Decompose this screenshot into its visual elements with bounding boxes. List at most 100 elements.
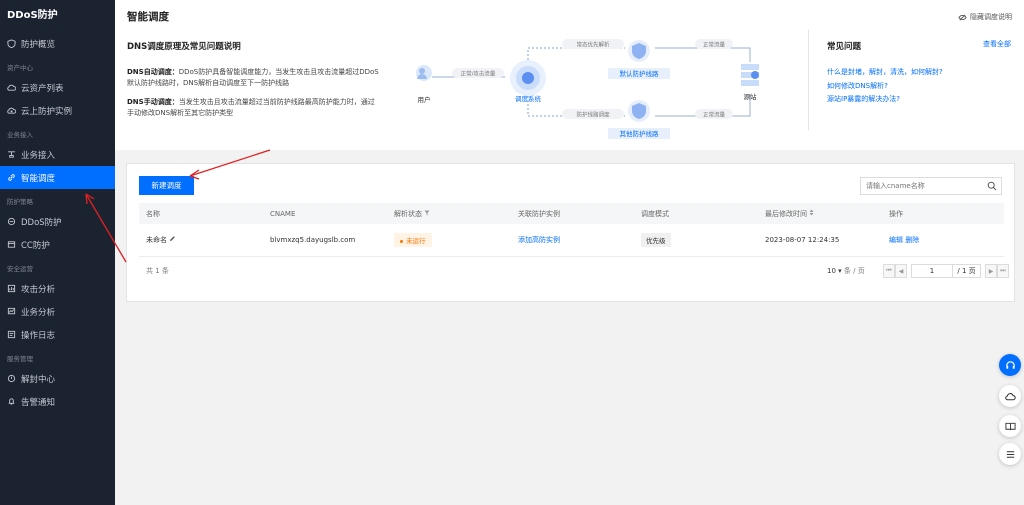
table-row: 未命名 blvmxzq5.dayugslb.com 未运行 添加高防实例 优先级… bbox=[139, 224, 1004, 257]
sidebar-brand: DDoS防护 bbox=[7, 10, 58, 21]
page-total: / 1 页 bbox=[953, 264, 981, 278]
headset-icon bbox=[1005, 360, 1015, 369]
book-icon bbox=[1004, 422, 1016, 430]
faq-panel: 常见问题 查看全部 什么是封堵，解封，清洗，如何解封? 如何修改DNS解析? 源… bbox=[815, 37, 1015, 107]
section-title: DNS调度原理及常见问题说明 bbox=[127, 42, 241, 52]
sort-icon[interactable] bbox=[809, 209, 814, 216]
status-dot bbox=[400, 239, 403, 243]
cloud-shield-icon bbox=[7, 106, 16, 115]
prev-page-button[interactable]: ◀ bbox=[895, 264, 907, 278]
sidebar-item-label: 业务分析 bbox=[21, 307, 56, 318]
add-instance-link[interactable]: 添加高防实例 bbox=[518, 236, 560, 244]
schedule-table: 名称 CNAME 解析状态 关联防护实例 调度模式 最后修改时间 操作 未命名 … bbox=[139, 203, 1004, 257]
schedule-list-card: 新建调度 名称 CNAME 解析状态 关联防护实例 调度模式 最后修改时间 操作… bbox=[126, 163, 1015, 302]
sidebar-item-label: 智能调度 bbox=[21, 173, 56, 184]
sidebar-group-service: 服务管理 bbox=[7, 355, 33, 363]
tag-normal-attack: 正常/攻击流量 bbox=[461, 70, 496, 78]
sidebar-item-cloud-assets[interactable]: 云资产列表 bbox=[0, 76, 115, 99]
tag-line-schedule: 防护线路调度 bbox=[576, 111, 610, 119]
chevron-down-icon: ▾ bbox=[838, 267, 842, 275]
sidebar-item-operation-log[interactable]: 操作日志 bbox=[0, 323, 115, 346]
total-count: 共 1 条 bbox=[146, 267, 169, 275]
col-cname: CNAME bbox=[270, 209, 296, 218]
filter-icon[interactable] bbox=[424, 210, 430, 216]
sidebar: DDoS防护 防护概览 资产中心 云资产列表 云上防护实例 业务接入 业务接入 … bbox=[0, 0, 115, 505]
sidebar-item-unblock-center[interactable]: 解封中心 bbox=[0, 367, 115, 390]
schedule-guide-panel: 智能调度 隐藏调度说明 DNS调度原理及常见问题说明 DNS自动调度：DDoS防… bbox=[115, 0, 1024, 150]
col-name: 名称 bbox=[146, 209, 160, 218]
cell-modified: 2023-08-07 12:24:35 bbox=[765, 236, 840, 244]
eye-off-icon bbox=[958, 13, 967, 21]
hide-guide-button[interactable]: 隐藏调度说明 bbox=[958, 12, 1012, 22]
new-schedule-button[interactable]: 新建调度 bbox=[139, 176, 194, 195]
first-page-button[interactable]: ⏮ bbox=[883, 264, 895, 278]
col-modified-label: 最后修改时间 bbox=[765, 209, 807, 218]
col-status[interactable]: 解析状态 bbox=[387, 209, 511, 219]
faq-divider bbox=[808, 30, 809, 130]
default-to-origin-line bbox=[655, 47, 751, 62]
scheduler-icon bbox=[510, 60, 546, 96]
sidebar-item-label: 操作日志 bbox=[21, 330, 56, 341]
faq-list: 什么是封堵，解封，清洗，如何解封? 如何修改DNS解析? 源站IP暴露的解决办法… bbox=[827, 66, 1015, 107]
origin-server-icon bbox=[741, 64, 759, 86]
next-page-button[interactable]: ▶ bbox=[985, 264, 997, 278]
table-header: 名称 CNAME 解析状态 关联防护实例 调度模式 最后修改时间 操作 bbox=[139, 203, 1004, 224]
support-button[interactable] bbox=[999, 354, 1021, 376]
auto-schedule-desc: DNS自动调度：DDoS防护具备智能调度能力，当发生攻击且攻击流量超过DDoS默… bbox=[127, 67, 379, 89]
sidebar-item-smart-scheduling[interactable]: 智能调度 bbox=[0, 166, 115, 189]
shield-icon bbox=[7, 39, 16, 48]
sidebar-item-label: 防护概览 bbox=[21, 39, 56, 50]
sidebar-group-access: 业务接入 bbox=[7, 131, 33, 139]
faq-view-all-link[interactable]: 查看全部 bbox=[983, 39, 1011, 49]
search-icon[interactable] bbox=[987, 181, 997, 191]
cc-icon bbox=[7, 240, 16, 249]
mode-badge: 优先级 bbox=[641, 233, 671, 247]
status-text: 未运行 bbox=[406, 237, 426, 245]
cloud-icon bbox=[7, 83, 16, 92]
last-page-button[interactable]: ⏭ bbox=[997, 264, 1009, 278]
origin-label: 源站 bbox=[744, 92, 758, 101]
link-icon bbox=[7, 173, 16, 182]
search-input[interactable] bbox=[861, 178, 981, 194]
page-number-input[interactable]: 1 bbox=[911, 264, 953, 278]
cell-actions: 编辑 删除 bbox=[882, 235, 1004, 245]
ddos-icon bbox=[7, 217, 16, 226]
tag-normal-resolve: 常态优先解析 bbox=[576, 41, 610, 49]
search-box bbox=[860, 177, 1002, 195]
sidebar-item-business-analysis[interactable]: 业务分析 bbox=[0, 300, 115, 323]
sidebar-group-asset: 资产中心 bbox=[7, 64, 33, 72]
sidebar-item-alert-notify[interactable]: 告警通知 bbox=[0, 390, 115, 413]
status-badge: 未运行 bbox=[394, 233, 432, 247]
sidebar-item-label: 攻击分析 bbox=[21, 284, 56, 295]
row-name: 未命名 bbox=[146, 236, 167, 244]
schedule-diagram: 常态优先解析 防护线路调度 正常/攻击流量 正常流量 正常流量 用户 调度系统 … bbox=[416, 39, 759, 139]
faq-link-modify-dns[interactable]: 如何修改DNS解析? bbox=[827, 80, 1015, 94]
page-size-select[interactable]: 10 ▾ 条 / 页 bbox=[827, 266, 865, 276]
faq-link-origin-exposed[interactable]: 源站IP暴露的解决办法? bbox=[827, 93, 1015, 107]
col-status-label: 解析状态 bbox=[394, 209, 422, 218]
docs-button[interactable] bbox=[999, 415, 1021, 437]
auto-schedule-label: DNS自动调度： bbox=[127, 68, 179, 76]
sidebar-item-label: DDoS防护 bbox=[21, 217, 62, 228]
cloud-tool-button[interactable] bbox=[999, 385, 1021, 407]
scheduler-label: 调度系统 bbox=[515, 94, 542, 103]
sidebar-item-business-access[interactable]: 业务接入 bbox=[0, 143, 115, 166]
sidebar-item-ddos[interactable]: DDoS防护 bbox=[0, 210, 115, 233]
page-title: 智能调度 bbox=[127, 11, 169, 23]
delete-link[interactable]: 删除 bbox=[905, 236, 919, 244]
col-instance: 关联防护实例 bbox=[518, 209, 560, 218]
manual-schedule-desc: DNS手动调度：当发生攻击且攻击流量超过当前防护线路最高防护能力时，通过手动修改… bbox=[127, 97, 379, 119]
other-line-label: 其他防护线路 bbox=[620, 129, 660, 138]
page-nav: ⏮ ◀ 1 / 1 页 ▶ ⏭ bbox=[883, 264, 1009, 278]
col-modified[interactable]: 最后修改时间 bbox=[758, 209, 882, 219]
sidebar-item-attack-analysis[interactable]: 攻击分析 bbox=[0, 277, 115, 300]
pagination: 共 1 条 10 ▾ 条 / 页 ⏮ ◀ 1 / 1 页 ▶ ⏭ bbox=[139, 264, 1009, 278]
sidebar-item-overview[interactable]: 防护概览 bbox=[0, 32, 115, 55]
sidebar-item-cloud-instances[interactable]: 云上防护实例 bbox=[0, 99, 115, 122]
sidebar-item-cc[interactable]: CC防护 bbox=[0, 233, 115, 256]
pencil-icon[interactable] bbox=[169, 235, 176, 242]
list-tool-button[interactable] bbox=[999, 443, 1021, 465]
faq-link-unblock[interactable]: 什么是封堵，解封，清洗，如何解封? bbox=[827, 66, 1015, 80]
edit-link[interactable]: 编辑 bbox=[889, 236, 903, 244]
bell-icon bbox=[7, 397, 16, 406]
